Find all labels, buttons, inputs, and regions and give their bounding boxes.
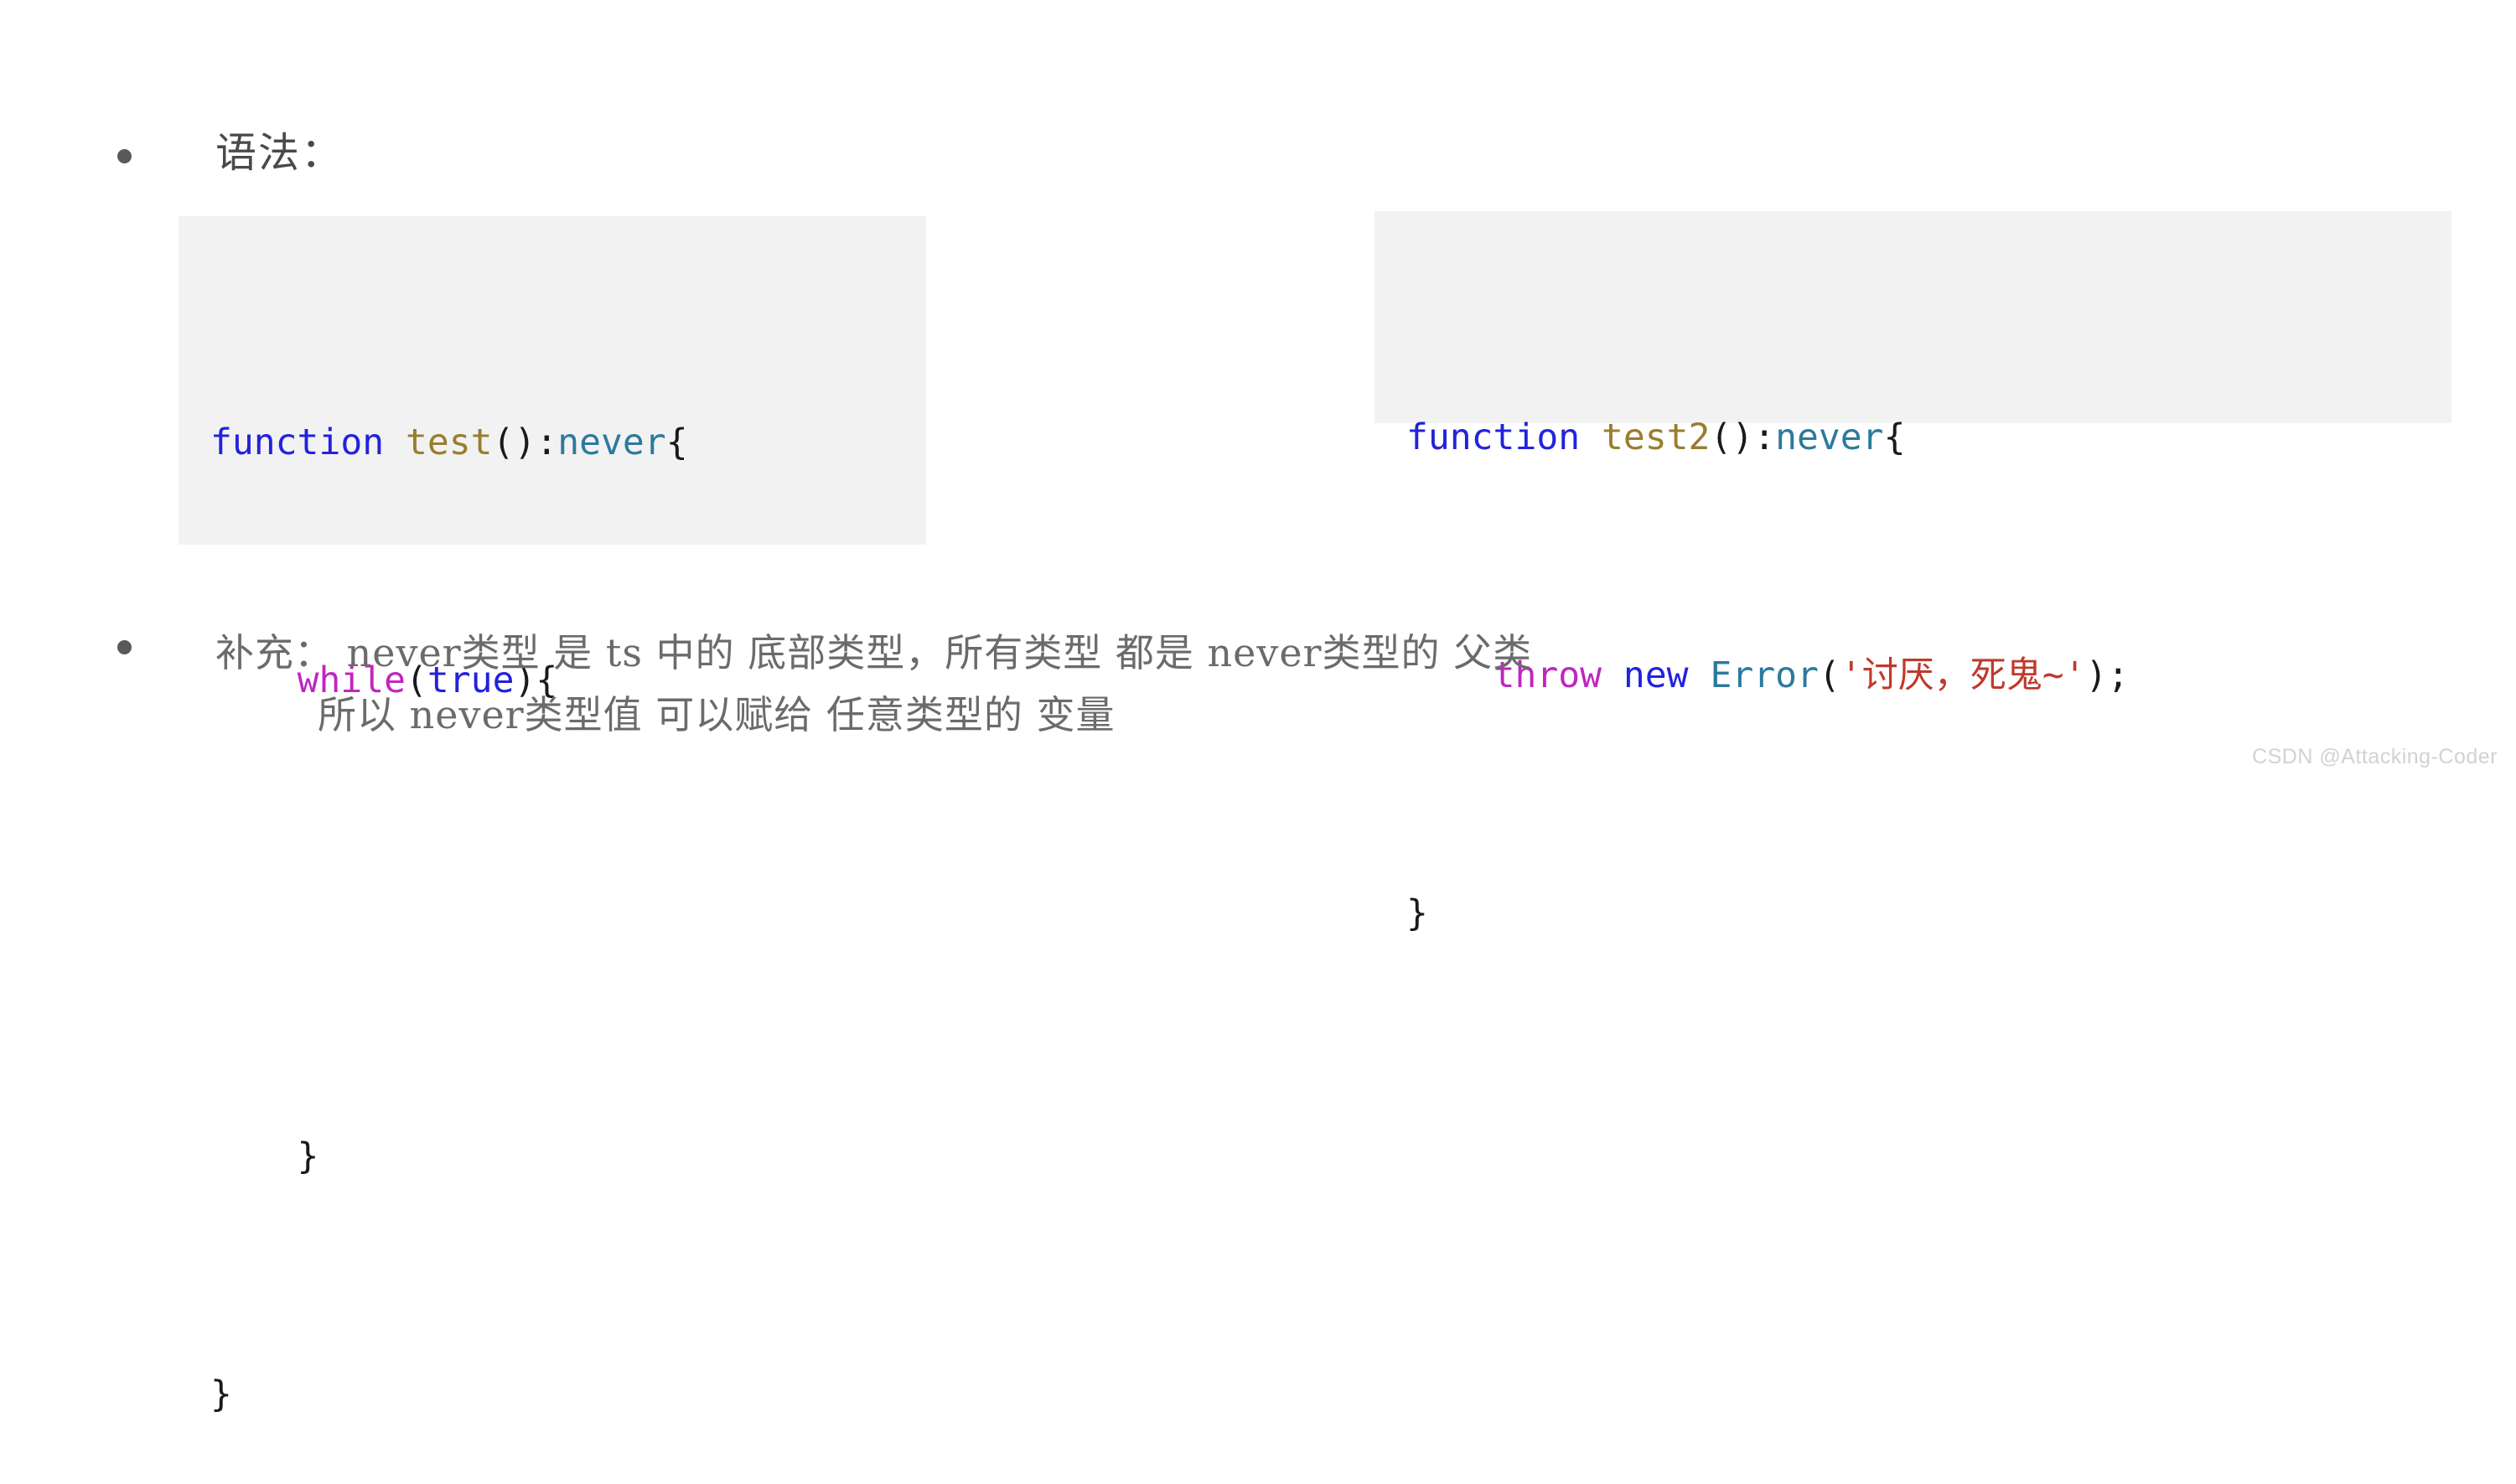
supplement-line-1: 补充： never类型 是 ts 中的 底部类型，所有类型 都是 never类型…	[215, 630, 1533, 675]
code-line: function test():never{	[210, 413, 926, 473]
watermark-csdn: CSDN @Attacking-Coder	[2252, 745, 2498, 768]
bullet-row-supplement: 补充： never类型 是 ts 中的 底部类型，所有类型 都是 never类型…	[117, 622, 1532, 746]
token-punct-open-paren: (	[1818, 654, 1840, 696]
token-punct-outer-close-brace: }	[1406, 892, 1428, 934]
supplement-text-group: 补充： never类型 是 ts 中的 底部类型，所有类型 都是 never类型…	[215, 622, 1532, 746]
token-keyword-new: new	[1623, 654, 1689, 696]
code-line: function test2():never{	[1406, 408, 2451, 468]
token-string-literal: '讨厌，死鬼~'	[1840, 654, 2086, 696]
token-type-never: never	[1775, 416, 1884, 458]
token-punct-parens-colon: ():	[1710, 416, 1776, 458]
token-type-never: never	[557, 421, 666, 463]
token-type-error: Error	[1710, 654, 1819, 696]
token-function-name-test: test	[406, 421, 493, 463]
code-block-never-while: function test():never{ while(true){ } }	[179, 216, 926, 1415]
token-punct-outer-close-brace: }	[210, 1373, 232, 1415]
bullet-dot-icon	[117, 640, 132, 654]
token-punct-inner-close-brace: }	[210, 1135, 319, 1177]
bullet-row-syntax: 语法：	[117, 132, 344, 173]
token-punct-close-paren-semicolon: );	[2085, 654, 2130, 696]
token-punct-parens-colon: ():	[492, 421, 558, 463]
token-function-name-test2: test2	[1602, 416, 1711, 458]
supplement-line-2: 所以 never类型值 可以赋给 任意类型的 变量	[318, 692, 1116, 737]
token-punct-open-brace: {	[1883, 416, 1906, 458]
code-line: }	[210, 1365, 926, 1425]
code-line: throw new Error('讨厌，死鬼~');	[1406, 646, 2451, 706]
token-keyword-function: function	[1406, 416, 1581, 458]
heading-syntax: 语法：	[215, 129, 344, 177]
code-line: }	[1406, 884, 2451, 944]
code-line: }	[210, 1127, 926, 1187]
token-keyword-function: function	[210, 421, 385, 463]
bullet-dot-icon	[117, 149, 132, 163]
token-punct-open-brace: {	[665, 421, 688, 463]
code-block-never-throw: function test2():never{ throw new Error(…	[1374, 211, 2451, 934]
